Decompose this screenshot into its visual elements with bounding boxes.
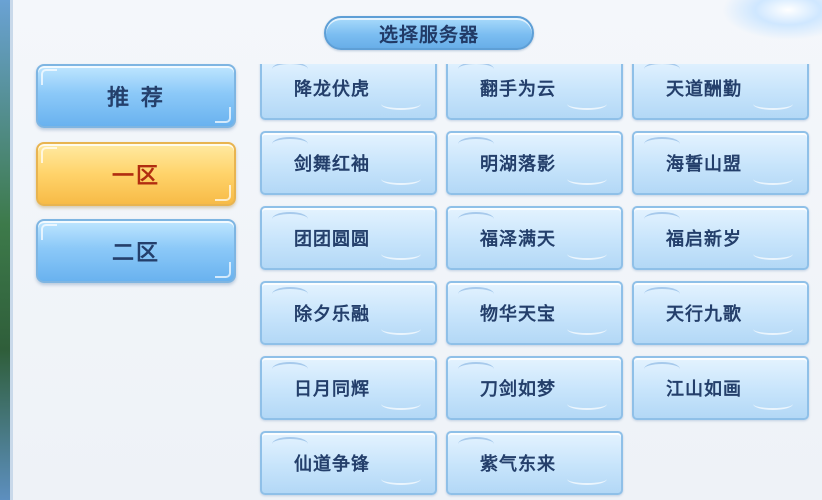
server-button[interactable]: 团团圆圆: [260, 206, 437, 270]
server-button[interactable]: 天行九歌: [632, 281, 809, 345]
server-button[interactable]: 天道酬勤: [632, 64, 809, 120]
server-button[interactable]: 仙道争锋: [260, 431, 437, 495]
server-name: 剑舞红袖: [294, 154, 370, 175]
tab-label: 推 荐: [107, 86, 165, 111]
cloud-pattern: [381, 473, 421, 485]
server-button[interactable]: 刀剑如梦: [446, 356, 623, 420]
server-button[interactable]: 江山如画: [632, 356, 809, 420]
cloud-pattern: [644, 287, 680, 301]
server-name: 翻手为云: [480, 79, 556, 100]
server-button[interactable]: 降龙伏虎: [260, 64, 437, 120]
corner-decoration: [722, 0, 822, 40]
server-name: 海誓山盟: [666, 154, 742, 175]
server-button[interactable]: 明湖落影: [446, 131, 623, 195]
cloud-pattern: [567, 473, 607, 485]
corner-ornament: [215, 262, 231, 278]
cloud-pattern: [644, 362, 680, 376]
server-list[interactable]: 降龙伏虎 翻手为云 天道酬勤 剑舞红袖 明湖落影 海誓山盟 团团圆圆 福泽满天 …: [250, 64, 822, 500]
cloud-pattern: [753, 98, 793, 110]
corner-ornament: [215, 107, 231, 123]
server-name: 福泽满天: [480, 229, 556, 250]
server-button[interactable]: 物华天宝: [446, 281, 623, 345]
cloud-pattern: [272, 137, 308, 151]
tab-zone-1[interactable]: 一区: [36, 142, 236, 206]
tab-label: 二区: [111, 241, 160, 266]
cloud-pattern: [567, 173, 607, 185]
cloud-pattern: [381, 98, 421, 110]
server-name: 天道酬勤: [666, 79, 742, 100]
cloud-pattern: [567, 398, 607, 410]
corner-ornament: [41, 69, 57, 85]
tab-zone-2[interactable]: 二区: [36, 219, 236, 283]
cloud-pattern: [458, 137, 494, 151]
server-name: 降龙伏虎: [294, 79, 370, 100]
title-plate: 选择服务器: [324, 16, 534, 50]
server-button[interactable]: 福启新岁: [632, 206, 809, 270]
server-button[interactable]: 除夕乐融: [260, 281, 437, 345]
cloud-pattern: [567, 323, 607, 335]
server-button[interactable]: 海誓山盟: [632, 131, 809, 195]
server-name: 明湖落影: [480, 154, 556, 175]
cloud-pattern: [644, 64, 680, 76]
server-name: 紫气东来: [480, 454, 556, 475]
server-name: 仙道争锋: [294, 454, 370, 475]
server-name: 刀剑如梦: [480, 379, 556, 400]
server-name: 物华天宝: [480, 304, 556, 325]
server-name: 除夕乐融: [294, 304, 370, 325]
server-button[interactable]: 福泽满天: [446, 206, 623, 270]
cloud-pattern: [272, 362, 308, 376]
tab-recommended[interactable]: 推 荐: [36, 64, 236, 128]
cloud-pattern: [272, 212, 308, 226]
server-button[interactable]: 剑舞红袖: [260, 131, 437, 195]
cloud-pattern: [381, 173, 421, 185]
cloud-pattern: [458, 212, 494, 226]
cloud-pattern: [458, 362, 494, 376]
server-grid: 降龙伏虎 翻手为云 天道酬勤 剑舞红袖 明湖落影 海誓山盟 团团圆圆 福泽满天 …: [260, 64, 809, 495]
server-button[interactable]: 紫气东来: [446, 431, 623, 495]
cloud-pattern: [458, 287, 494, 301]
cloud-pattern: [753, 398, 793, 410]
server-select-panel: 选择服务器 推 荐 一区 二区 降龙伏虎 翻手为云 天道酬勤 剑舞红袖 明湖落影…: [10, 0, 822, 500]
cloud-pattern: [272, 437, 308, 451]
cloud-pattern: [567, 98, 607, 110]
corner-ornament: [41, 224, 57, 240]
server-button[interactable]: 翻手为云: [446, 64, 623, 120]
cloud-pattern: [753, 323, 793, 335]
cloud-pattern: [381, 398, 421, 410]
cloud-pattern: [458, 437, 494, 451]
server-name: 天行九歌: [666, 304, 742, 325]
corner-ornament: [215, 185, 231, 201]
cloud-pattern: [458, 64, 494, 76]
cloud-pattern: [381, 248, 421, 260]
corner-ornament: [41, 147, 57, 163]
cloud-pattern: [272, 287, 308, 301]
tab-label: 一区: [111, 164, 160, 189]
cloud-pattern: [272, 64, 308, 76]
server-button[interactable]: 日月同辉: [260, 356, 437, 420]
cloud-pattern: [753, 173, 793, 185]
cloud-pattern: [753, 248, 793, 260]
cloud-pattern: [644, 137, 680, 151]
cloud-pattern: [567, 248, 607, 260]
cloud-pattern: [644, 212, 680, 226]
server-name: 日月同辉: [294, 379, 370, 400]
cloud-pattern: [381, 323, 421, 335]
server-name: 团团圆圆: [294, 229, 370, 250]
server-name: 江山如画: [666, 379, 742, 400]
server-name: 福启新岁: [666, 229, 742, 250]
page-title: 选择服务器: [378, 23, 479, 46]
